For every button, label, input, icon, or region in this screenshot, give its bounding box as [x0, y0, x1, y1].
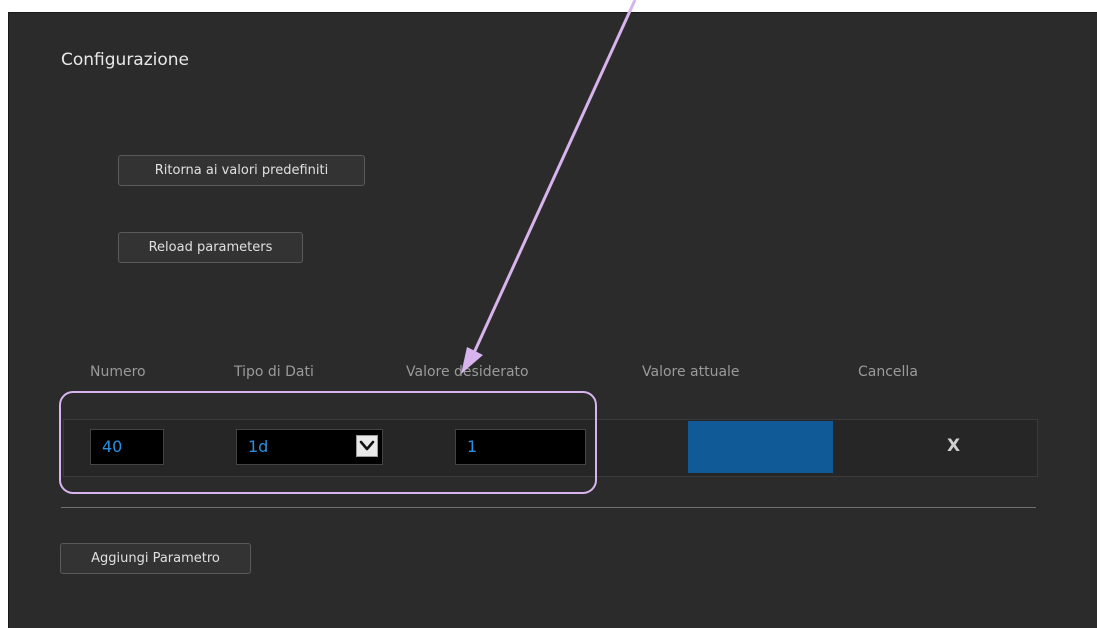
reset-defaults-button[interactable]: Ritorna ai valori predefiniti: [118, 155, 365, 186]
header-cancella: Cancella: [858, 364, 918, 380]
header-tipo-di-dati: Tipo di Dati: [234, 364, 314, 380]
delete-row-button[interactable]: X: [947, 436, 960, 456]
annotation-highlight-box: [59, 391, 597, 494]
header-numero: Numero: [90, 364, 146, 380]
page-title: Configurazione: [61, 50, 190, 70]
configuration-panel: [8, 12, 1097, 628]
header-valore-desiderato: Valore desiderato: [406, 364, 529, 380]
reload-parameters-button[interactable]: Reload parameters: [118, 232, 303, 263]
add-parameter-button[interactable]: Aggiungi Parametro: [60, 543, 251, 574]
header-valore-attuale: Valore attuale: [642, 364, 740, 380]
valore-attuale-field: [688, 421, 833, 473]
divider: [61, 507, 1036, 508]
